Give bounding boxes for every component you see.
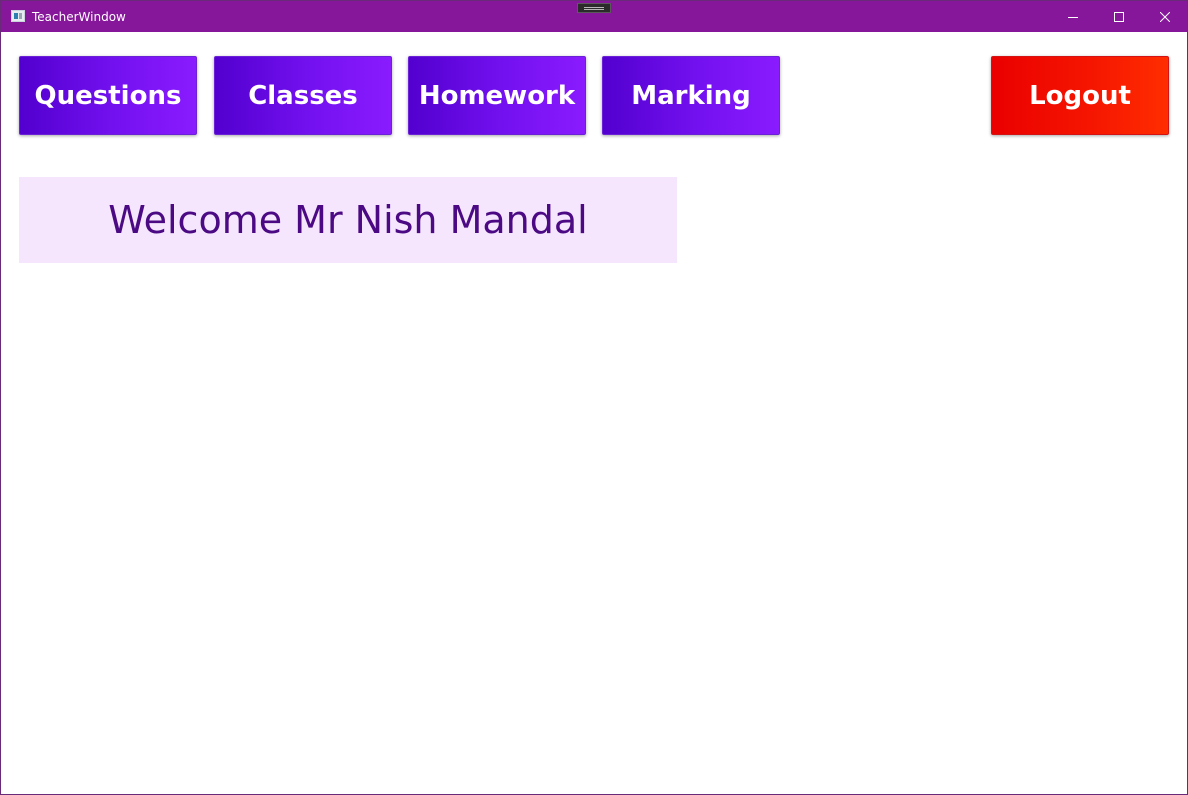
maximize-button[interactable] xyxy=(1096,1,1142,32)
title-bar[interactable]: TeacherWindow xyxy=(1,1,1187,32)
window-title: TeacherWindow xyxy=(32,10,126,24)
welcome-banner: Welcome Mr Nish Mandal xyxy=(19,177,677,263)
classes-button[interactable]: Classes xyxy=(214,56,392,135)
welcome-message: Welcome Mr Nish Mandal xyxy=(108,198,588,242)
close-button[interactable] xyxy=(1142,1,1187,32)
minimize-button[interactable] xyxy=(1050,1,1096,32)
drag-handle[interactable] xyxy=(577,3,611,13)
minimize-icon xyxy=(1068,16,1078,18)
close-icon xyxy=(1160,11,1170,22)
teacher-window: TeacherWindow Questions Classes Homework… xyxy=(0,0,1188,795)
maximize-icon xyxy=(1114,11,1124,22)
questions-button[interactable]: Questions xyxy=(19,56,197,135)
marking-button[interactable]: Marking xyxy=(602,56,780,135)
app-window-icon xyxy=(11,10,25,22)
homework-button[interactable]: Homework xyxy=(408,56,586,135)
logout-button[interactable]: Logout xyxy=(991,56,1169,135)
